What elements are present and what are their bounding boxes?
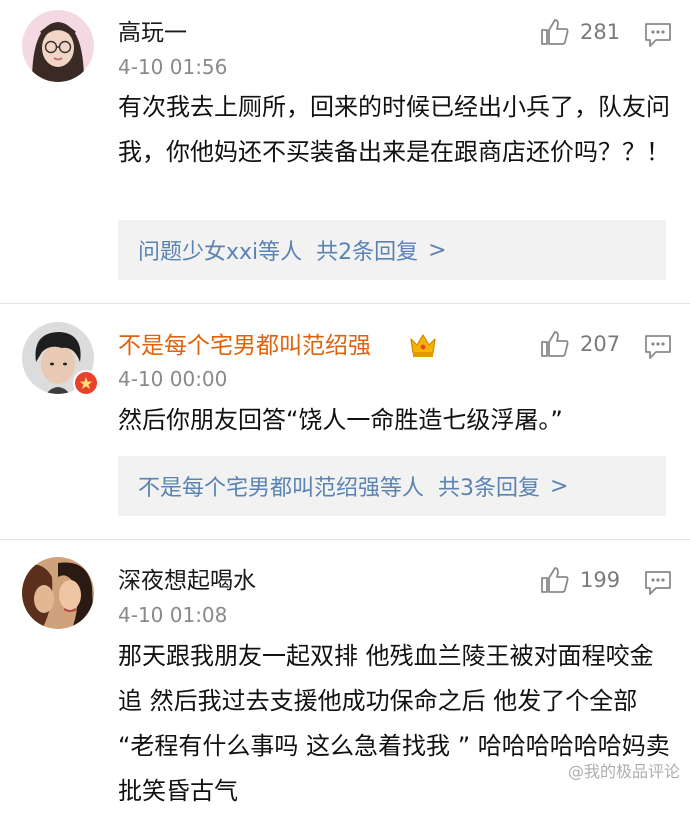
chevron-right-icon: >: [428, 237, 447, 263]
divider: [0, 539, 690, 540]
comment-text: 然后你朋友回答“饶人一命胜造七级浮屠。”: [118, 406, 563, 434]
thumbs-up-icon: [541, 19, 569, 45]
crown-icon: [408, 331, 438, 363]
view-replies-button[interactable]: 问题少女xxi等人 共2条回复 >: [118, 220, 666, 280]
like-count: 207: [580, 332, 621, 356]
comment-bubble-icon: [645, 335, 671, 359]
comment-bubble-icon: [645, 23, 671, 47]
reply-button[interactable]: [644, 22, 672, 52]
timestamp: 4-10 00:00: [118, 367, 228, 391]
like-button[interactable]: 207: [540, 330, 620, 358]
avatar[interactable]: [22, 10, 94, 82]
reply-users: 不是每个宅男都叫范绍强等人: [138, 476, 425, 501]
comment-text: 有次我去上厕所，回来的时候已经出小兵了，队友问我，你他妈还不买装备出来是在跟商店…: [118, 93, 670, 166]
thumbs-up-icon: [541, 331, 569, 357]
reply-users: 问题少女xxi等人: [138, 240, 303, 265]
comment-text: 那天跟我朋友一起双排 他残血兰陵王被对面程咬金追 然后我过去支援他成功保命之后 …: [118, 642, 670, 805]
reply-count: 共3条回复: [438, 476, 541, 501]
reply-button[interactable]: [644, 570, 672, 600]
thumbs-up-icon: [541, 567, 569, 593]
star-icon: [79, 377, 93, 389]
girl-avatar-icon: [22, 10, 94, 82]
chevron-right-icon: >: [550, 473, 569, 499]
watermark: @我的极品评论: [567, 762, 680, 781]
view-replies-button[interactable]: 不是每个宅男都叫范绍强等人 共3条回复 >: [118, 456, 666, 516]
couple-avatar-icon: [22, 557, 94, 629]
comment-bubble-icon: [645, 571, 671, 595]
avatar[interactable]: [22, 557, 94, 629]
like-button[interactable]: 281: [540, 18, 620, 46]
verified-badge: [73, 370, 99, 396]
like-button[interactable]: 199: [540, 566, 620, 594]
reply-button[interactable]: [644, 334, 672, 364]
divider: [0, 303, 690, 304]
reply-count: 共2条回复: [316, 240, 419, 265]
username[interactable]: 不是每个宅男都叫范绍强: [118, 331, 371, 361]
timestamp: 4-10 01:56: [118, 55, 228, 79]
username[interactable]: 深夜想起喝水: [118, 566, 256, 596]
timestamp: 4-10 01:08: [118, 603, 228, 627]
username[interactable]: 高玩一: [118, 18, 187, 48]
like-count: 199: [580, 568, 621, 592]
like-count: 281: [580, 20, 621, 44]
